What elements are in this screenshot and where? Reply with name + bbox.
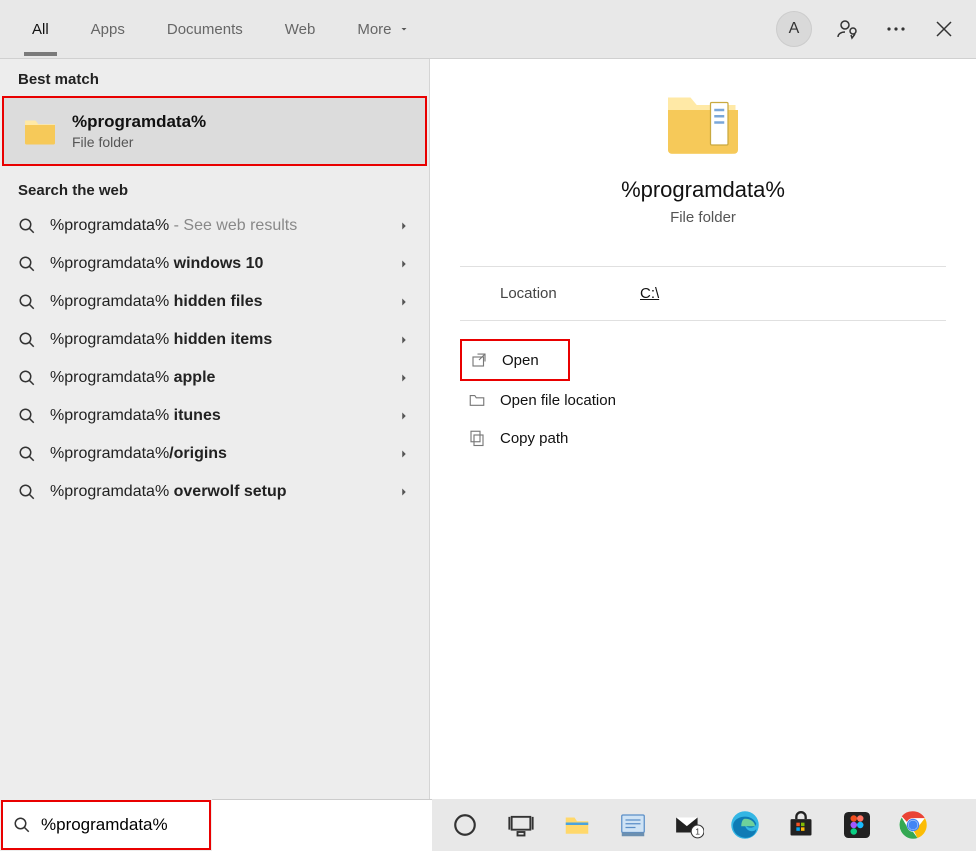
tab-more[interactable]: More bbox=[345, 13, 421, 46]
svg-text:1: 1 bbox=[695, 827, 700, 837]
search-box[interactable] bbox=[1, 800, 211, 850]
taskbar: 1 bbox=[432, 799, 976, 851]
open-action-label: Open bbox=[502, 352, 539, 369]
search-input[interactable] bbox=[41, 815, 199, 835]
web-result-text: %programdata% itunes bbox=[50, 407, 397, 425]
folder-icon bbox=[22, 113, 58, 149]
search-icon bbox=[13, 816, 31, 834]
search-web-heading: Search the web bbox=[0, 170, 429, 207]
best-match-subtitle: File folder bbox=[72, 134, 206, 150]
best-match-result[interactable]: %programdata% File folder bbox=[2, 96, 427, 166]
search-icon bbox=[18, 483, 36, 501]
web-result[interactable]: %programdata% apple bbox=[0, 359, 429, 397]
task-view-icon[interactable] bbox=[506, 810, 536, 840]
open-icon bbox=[470, 351, 488, 369]
chrome-icon[interactable] bbox=[898, 810, 928, 840]
web-result-text: %programdata% hidden files bbox=[50, 293, 397, 311]
search-icon bbox=[18, 293, 36, 311]
web-result[interactable]: %programdata%/origins bbox=[0, 435, 429, 473]
folder-open-icon bbox=[663, 89, 743, 161]
preview-subtitle: File folder bbox=[430, 209, 976, 226]
chevron-right-icon bbox=[397, 257, 411, 271]
location-link[interactable]: C:\ bbox=[640, 285, 659, 302]
search-icon bbox=[18, 255, 36, 273]
wordpad-icon[interactable] bbox=[618, 810, 648, 840]
search-icon bbox=[18, 369, 36, 387]
avatar[interactable]: A bbox=[776, 11, 812, 47]
best-match-title: %programdata% bbox=[72, 112, 206, 132]
preview-pane: %programdata% File folder Location C:\ O… bbox=[430, 59, 976, 851]
results-pane: Best match %programdata% File folder Sea… bbox=[0, 59, 430, 851]
microsoft-store-icon[interactable] bbox=[786, 810, 816, 840]
best-match-heading: Best match bbox=[0, 59, 429, 96]
copy-path-action[interactable]: Copy path bbox=[460, 419, 946, 457]
web-result-text: %programdata% windows 10 bbox=[50, 255, 397, 273]
mail-icon[interactable]: 1 bbox=[674, 810, 704, 840]
folder-icon bbox=[468, 391, 486, 409]
feedback-icon[interactable] bbox=[836, 17, 860, 41]
preview-location-row: Location C:\ bbox=[460, 266, 946, 321]
copy-icon bbox=[468, 429, 486, 447]
preview-title: %programdata% bbox=[430, 177, 976, 203]
chevron-right-icon bbox=[397, 409, 411, 423]
chevron-right-icon bbox=[397, 447, 411, 461]
web-result-text: %programdata%/origins bbox=[50, 445, 397, 463]
tab-more-label: More bbox=[357, 21, 391, 38]
web-result[interactable]: %programdata% - See web results bbox=[0, 207, 429, 245]
file-explorer-icon[interactable] bbox=[562, 810, 592, 840]
tab-documents[interactable]: Documents bbox=[155, 13, 255, 46]
web-result-text: %programdata% hidden items bbox=[50, 331, 397, 349]
web-result-text: %programdata% overwolf setup bbox=[50, 483, 397, 501]
search-extra-space bbox=[212, 799, 432, 851]
location-label: Location bbox=[500, 285, 640, 302]
chevron-right-icon bbox=[397, 295, 411, 309]
chevron-right-icon bbox=[397, 485, 411, 499]
search-icon bbox=[18, 445, 36, 463]
search-icon bbox=[18, 217, 36, 235]
cortana-icon[interactable] bbox=[450, 810, 480, 840]
chevron-right-icon bbox=[397, 371, 411, 385]
web-result[interactable]: %programdata% hidden items bbox=[0, 321, 429, 359]
search-icon bbox=[18, 407, 36, 425]
tab-apps[interactable]: Apps bbox=[79, 13, 137, 46]
chevron-right-icon bbox=[397, 219, 411, 233]
chevron-down-icon bbox=[398, 23, 410, 35]
edge-icon[interactable] bbox=[730, 810, 760, 840]
open-file-location-action[interactable]: Open file location bbox=[460, 381, 946, 419]
search-tabs-bar: All Apps Documents Web More A bbox=[0, 0, 976, 58]
copy-path-label: Copy path bbox=[500, 430, 568, 447]
open-action[interactable]: Open bbox=[460, 339, 570, 381]
tab-web[interactable]: Web bbox=[273, 13, 328, 46]
figma-icon[interactable] bbox=[842, 810, 872, 840]
web-result-text: %programdata% - See web results bbox=[50, 217, 397, 235]
open-file-location-label: Open file location bbox=[500, 392, 616, 409]
search-icon bbox=[18, 331, 36, 349]
web-result[interactable]: %programdata% windows 10 bbox=[0, 245, 429, 283]
web-result[interactable]: %programdata% hidden files bbox=[0, 283, 429, 321]
web-result-text: %programdata% apple bbox=[50, 369, 397, 387]
chevron-right-icon bbox=[397, 333, 411, 347]
more-options-icon[interactable] bbox=[884, 17, 908, 41]
tab-all[interactable]: All bbox=[20, 13, 61, 46]
web-result[interactable]: %programdata% itunes bbox=[0, 397, 429, 435]
bottom-bar: 1 bbox=[0, 799, 976, 851]
web-result[interactable]: %programdata% overwolf setup bbox=[0, 473, 429, 511]
close-icon[interactable] bbox=[932, 17, 956, 41]
